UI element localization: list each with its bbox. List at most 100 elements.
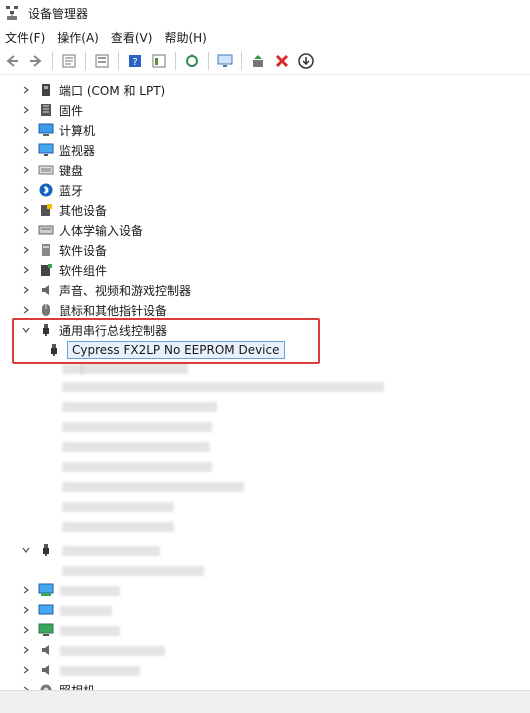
title-bar: 设备管理器 bbox=[0, 0, 530, 26]
list-icon[interactable] bbox=[92, 51, 112, 71]
tree-item-software-devices[interactable]: 软件设备 bbox=[20, 240, 107, 260]
menu-view[interactable]: 查看(V) bbox=[105, 29, 159, 46]
blurred-row bbox=[62, 442, 210, 452]
tree-item-label: 照相机 bbox=[59, 682, 95, 691]
storage-icon bbox=[38, 602, 54, 618]
scan-hardware-icon[interactable] bbox=[182, 51, 202, 71]
status-bar bbox=[0, 690, 530, 713]
blurred-row bbox=[62, 502, 174, 512]
tree-item-firmware[interactable]: 固件 bbox=[20, 100, 83, 120]
tree-item-other-devices[interactable]: 其他设备 bbox=[20, 200, 107, 220]
tree-item-blurred-audio[interactable] bbox=[20, 640, 54, 660]
help-icon[interactable]: ? bbox=[125, 51, 145, 71]
blurred-row bbox=[62, 522, 174, 532]
tree-item-blurred-storage[interactable] bbox=[20, 600, 54, 620]
chevron-right-icon[interactable] bbox=[20, 284, 32, 296]
tree-item-blurred-category[interactable] bbox=[20, 540, 54, 560]
tree-item-keyboard[interactable]: 键盘 bbox=[20, 160, 83, 180]
tree-item-software-components[interactable]: 软件组件 bbox=[20, 260, 107, 280]
tree-item-sound[interactable]: 声音、视频和游戏控制器 bbox=[20, 280, 191, 300]
chevron-down-icon[interactable] bbox=[20, 544, 32, 556]
tree-item-label: 人体学输入设备 bbox=[59, 223, 144, 238]
toolbar-separator bbox=[175, 52, 176, 70]
menu-file[interactable]: 文件(F) bbox=[0, 29, 51, 46]
chevron-right-icon[interactable] bbox=[20, 164, 32, 176]
chevron-right-icon[interactable] bbox=[20, 264, 32, 276]
blurred-row bbox=[62, 566, 204, 576]
blurred-row bbox=[60, 666, 140, 676]
device-manager-icon bbox=[6, 6, 18, 20]
highlight-box bbox=[12, 318, 320, 364]
toolbar-separator bbox=[118, 52, 119, 70]
tree-item-camera[interactable]: 照相机 bbox=[20, 680, 95, 690]
disable-icon[interactable] bbox=[296, 51, 316, 71]
chevron-right-icon[interactable] bbox=[20, 144, 32, 156]
toolbar-separator bbox=[52, 52, 53, 70]
blurred-row bbox=[62, 422, 212, 432]
tree-item-ports[interactable]: 端口 (COM 和 LPT) bbox=[20, 80, 165, 100]
software-device-icon bbox=[38, 242, 54, 258]
chevron-right-icon[interactable] bbox=[20, 124, 32, 136]
chevron-right-icon[interactable] bbox=[20, 624, 32, 636]
tree-item-monitor[interactable]: 监视器 bbox=[20, 140, 95, 160]
tree-item-label: 键盘 bbox=[59, 163, 84, 178]
chevron-right-icon[interactable] bbox=[20, 244, 32, 256]
toolbar-separator bbox=[208, 52, 209, 70]
camera-icon bbox=[38, 682, 54, 690]
chevron-right-icon[interactable] bbox=[20, 644, 32, 656]
tree-item-blurred-network[interactable] bbox=[20, 580, 54, 600]
chevron-right-icon[interactable] bbox=[20, 604, 32, 616]
software-component-icon bbox=[38, 262, 54, 278]
properties-icon[interactable] bbox=[59, 51, 79, 71]
blurred-row bbox=[60, 646, 165, 656]
tree-item-label: 计算机 bbox=[59, 123, 96, 138]
forward-arrow-icon[interactable] bbox=[26, 51, 46, 71]
menu-bar: 文件(F) 操作(A) 查看(V) 帮助(H) bbox=[0, 26, 530, 48]
network-icon bbox=[38, 582, 54, 598]
tree-item-hid[interactable]: 人体学输入设备 bbox=[20, 220, 143, 240]
chevron-right-icon[interactable] bbox=[20, 104, 32, 116]
blurred-row bbox=[62, 482, 244, 492]
blurred-row bbox=[62, 546, 160, 556]
uninstall-icon[interactable] bbox=[272, 51, 292, 71]
chevron-right-icon[interactable] bbox=[20, 84, 32, 96]
chevron-right-icon[interactable] bbox=[20, 224, 32, 236]
chevron-right-icon[interactable] bbox=[20, 184, 32, 196]
monitor-icon bbox=[38, 142, 54, 158]
chevron-right-icon[interactable] bbox=[20, 584, 32, 596]
tree-item-computer[interactable]: 计算机 bbox=[20, 120, 95, 140]
speaker-icon bbox=[38, 662, 54, 678]
speaker-icon bbox=[38, 282, 54, 298]
chevron-right-icon[interactable] bbox=[20, 664, 32, 676]
menu-action[interactable]: 操作(A) bbox=[51, 29, 105, 46]
tree-item-mouse[interactable]: 鼠标和其他指针设备 bbox=[20, 300, 167, 320]
tree-item-label: 鼠标和其他指针设备 bbox=[59, 303, 168, 318]
tree-item-blurred-display[interactable] bbox=[20, 620, 54, 640]
toolbar: ? bbox=[0, 48, 530, 75]
tree-item-label: 蓝牙 bbox=[59, 183, 84, 198]
mouse-icon bbox=[38, 302, 54, 318]
tree-item-label: 其他设备 bbox=[59, 203, 108, 218]
blurred-row bbox=[62, 382, 384, 392]
tree-item-label: 固件 bbox=[59, 103, 84, 118]
usb-icon bbox=[38, 542, 54, 558]
tree-item-bluetooth[interactable]: 蓝牙 bbox=[20, 180, 83, 200]
tree-item-blurred-audio-2[interactable] bbox=[20, 660, 54, 680]
tree-item-label: 软件设备 bbox=[59, 243, 108, 258]
hid-icon bbox=[38, 222, 54, 238]
monitor-icon[interactable] bbox=[215, 51, 235, 71]
computer-icon bbox=[38, 122, 54, 138]
port-icon bbox=[38, 82, 54, 98]
chevron-right-icon[interactable] bbox=[20, 204, 32, 216]
tree-item-label: 软件组件 bbox=[59, 263, 108, 278]
menu-help[interactable]: 帮助(H) bbox=[158, 29, 212, 46]
show-hidden-icon[interactable] bbox=[149, 51, 169, 71]
other-device-icon bbox=[38, 202, 54, 218]
blurred-row bbox=[60, 586, 120, 596]
back-arrow-icon[interactable] bbox=[2, 51, 22, 71]
update-driver-icon[interactable] bbox=[248, 51, 268, 71]
display-icon bbox=[38, 622, 54, 638]
firmware-icon bbox=[38, 102, 54, 118]
chevron-right-icon[interactable] bbox=[20, 304, 32, 316]
tree-item-label: 监视器 bbox=[59, 143, 96, 158]
